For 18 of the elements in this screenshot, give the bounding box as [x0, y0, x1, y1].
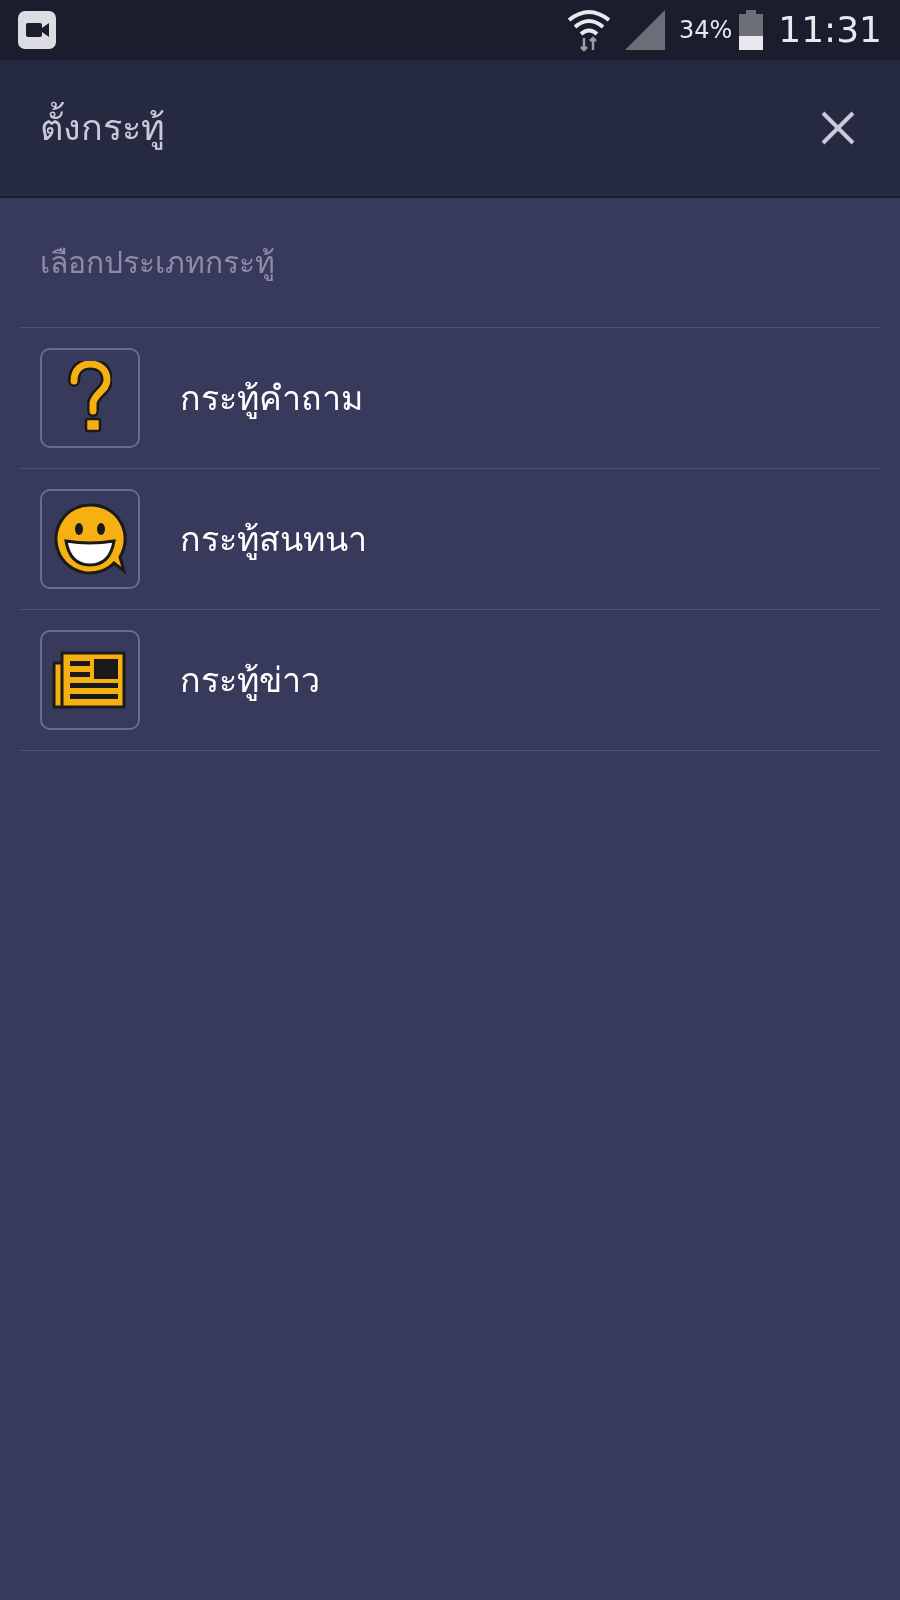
smiley-icon — [52, 501, 128, 577]
wifi-icon — [566, 8, 611, 52]
question-mark-icon — [68, 361, 112, 435]
section-label: เลือกประเภทกระทู้ — [40, 244, 275, 283]
signal-icon — [624, 10, 665, 50]
header-title: ตั้งกระทู้ — [40, 101, 816, 155]
post-type-label: กระทู้สนทนา — [180, 517, 367, 562]
post-type-item[interactable]: กระทู้คำถาม — [20, 328, 880, 469]
video-camera-icon — [18, 11, 56, 49]
post-type-label: กระทู้ข่าว — [180, 658, 320, 703]
post-type-item[interactable]: กระทู้ข่าว — [20, 610, 880, 751]
clock: 11:31 — [778, 8, 882, 52]
newspaper-icon — [52, 649, 128, 711]
post-type-item[interactable]: กระทู้สนทนา — [20, 469, 880, 610]
battery-percent: 34% — [678, 15, 733, 46]
post-type-label: กระทู้คำถาม — [180, 376, 363, 421]
close-icon — [820, 110, 856, 146]
battery-icon — [738, 10, 765, 50]
